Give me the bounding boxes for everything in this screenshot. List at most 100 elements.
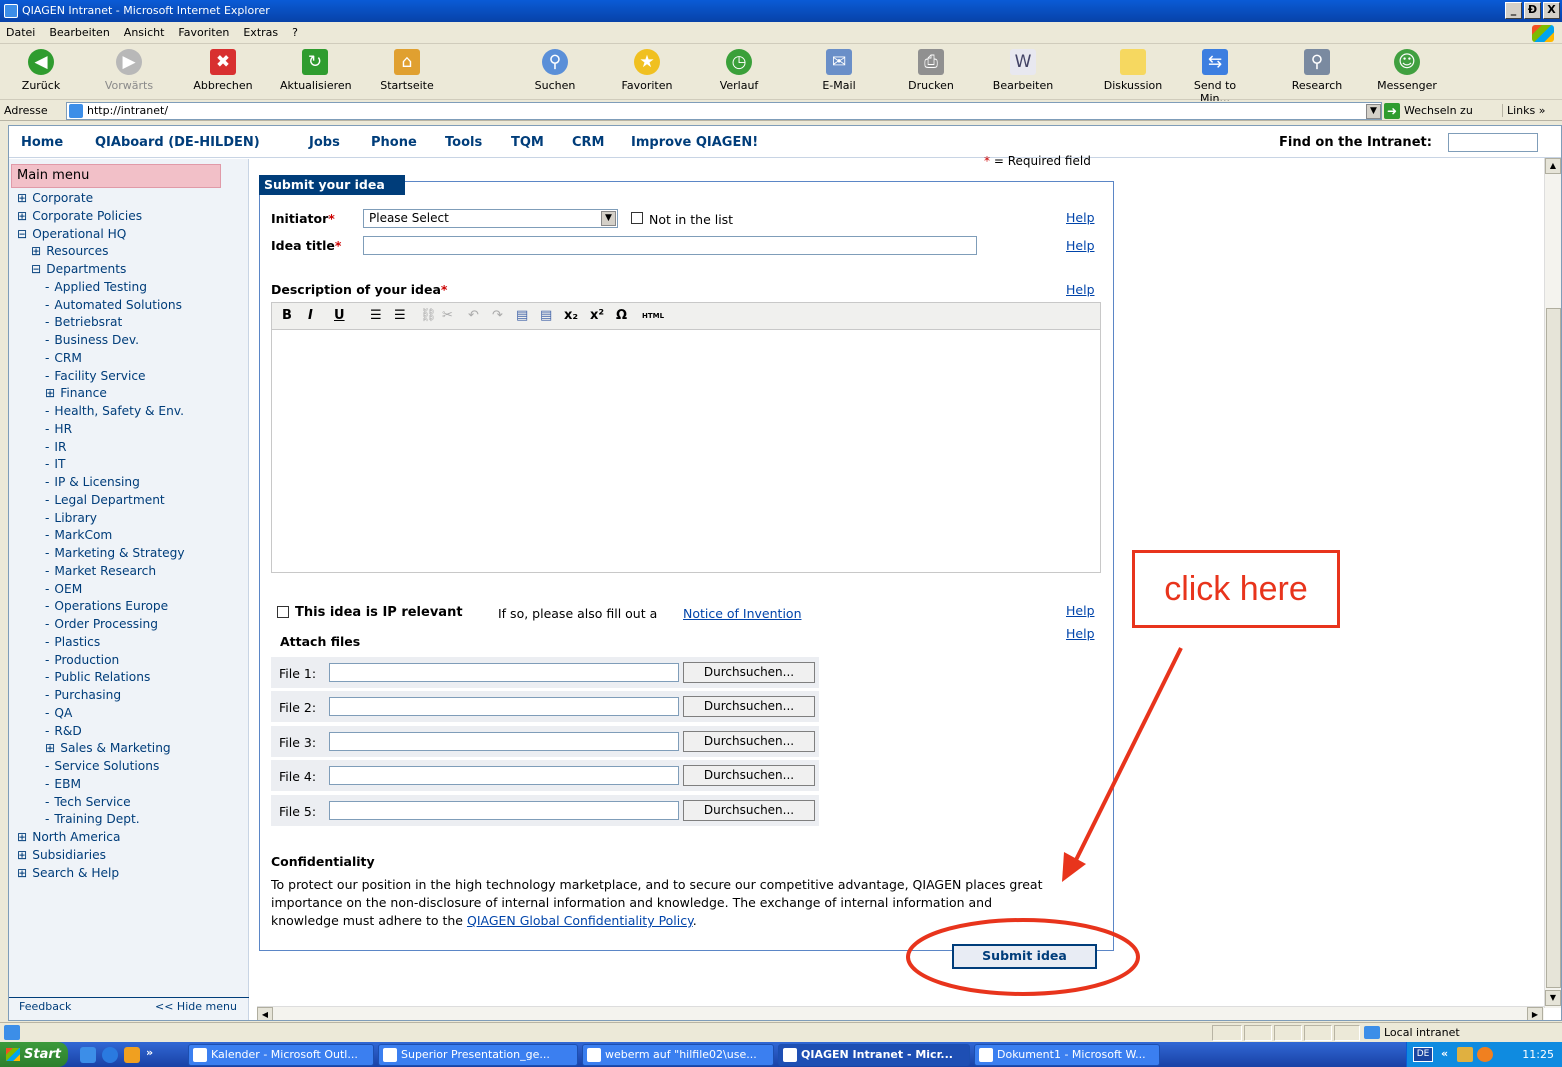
sidebar-item[interactable]: - Business Dev. (45, 333, 139, 347)
sidebar-item[interactable]: - CRM (45, 351, 82, 365)
sidebar-item[interactable]: - Health, Safety & Env. (45, 404, 184, 418)
numbered-list-icon[interactable]: ☰ (394, 308, 406, 323)
description-editor[interactable] (271, 329, 1101, 573)
history-button[interactable]: ◷ Verlauf (704, 49, 774, 92)
file-3-input[interactable] (329, 732, 679, 751)
edit-button[interactable]: W Bearbeiten (988, 49, 1058, 92)
feedback-link[interactable]: Feedback (19, 1000, 71, 1013)
sidebar-item[interactable]: - Facility Service (45, 369, 146, 383)
menu-favoriten[interactable]: Favoriten (178, 26, 229, 39)
sidebar-item[interactable]: - QA (45, 706, 72, 720)
menu-extras[interactable]: Extras (243, 26, 278, 39)
back-button[interactable]: ◀ Zurück (6, 49, 76, 92)
sidebar-item[interactable]: - Legal Department (45, 493, 165, 507)
home-button[interactable]: ⌂ Startseite (372, 49, 442, 92)
sidebar-item[interactable]: - IT (45, 457, 65, 471)
sidebar-item[interactable]: ⊞ Sales & Marketing (45, 741, 171, 755)
attach-help-link[interactable]: Help (1066, 626, 1095, 641)
quicklaunch-more-icon[interactable]: » (146, 1046, 153, 1059)
bold-button[interactable]: B (282, 308, 292, 323)
favorites-button[interactable]: ★ Favoriten (612, 49, 682, 92)
quicklaunch-outlook-icon[interactable] (124, 1047, 140, 1063)
nav-improve-qiagen[interactable]: Improve QIAGEN! (631, 135, 758, 150)
task-outlook[interactable]: Kalender - Microsoft Outl... (188, 1044, 374, 1066)
sidebar-item[interactable]: - R&D (45, 724, 82, 738)
file-5-input[interactable] (329, 801, 679, 820)
subscript-icon[interactable]: x₂ (564, 308, 578, 323)
sidebar-item[interactable]: - OEM (45, 582, 82, 596)
task-word[interactable]: Dokument1 - Microsoft W... (974, 1044, 1160, 1066)
nav-jobs[interactable]: Jobs (309, 135, 340, 150)
file-2-input[interactable] (329, 697, 679, 716)
close-button[interactable]: X (1543, 2, 1560, 19)
browse-button[interactable]: Durchsuchen... (683, 800, 815, 821)
discussion-button[interactable]: Diskussion (1098, 49, 1168, 92)
reminder-icon[interactable] (1477, 1047, 1493, 1062)
idea-title-help-link[interactable]: Help (1066, 238, 1095, 253)
sidebar-item[interactable]: ⊞ Corporate Policies (17, 209, 142, 223)
maximize-button[interactable]: Ɖ (1524, 2, 1541, 19)
nav-phone[interactable]: Phone (371, 135, 417, 150)
go-button[interactable]: Wechseln zu (1404, 104, 1473, 117)
browse-button[interactable]: Durchsuchen... (683, 696, 815, 717)
scroll-up-icon[interactable]: ▲ (1545, 158, 1561, 174)
minimize-button[interactable]: _ (1505, 2, 1522, 19)
sidebar-item[interactable]: - Tech Service (45, 795, 131, 809)
sidebar-item[interactable]: - Operations Europe (45, 599, 168, 613)
sidebar-item[interactable]: ⊞ Subsidiaries (17, 848, 106, 862)
sidebar-item[interactable]: - Marketing & Strategy (45, 546, 185, 560)
refresh-button[interactable]: ↻ Aktualisieren (280, 49, 352, 92)
quicklaunch-desktop-icon[interactable] (80, 1047, 96, 1063)
menu-help[interactable]: ? (292, 26, 298, 39)
messenger-button[interactable]: ☺ Messenger (1372, 49, 1442, 92)
sidebar-item[interactable]: - EBM (45, 777, 81, 791)
task-presentation[interactable]: Superior Presentation_ge... (378, 1044, 578, 1066)
underline-button[interactable]: U (334, 308, 345, 323)
nav-crm[interactable]: CRM (572, 135, 605, 150)
sidebar-item[interactable]: - Library (45, 511, 97, 525)
sidebar-item[interactable]: - Automated Solutions (45, 298, 182, 312)
initiator-select[interactable]: Please Select ▼ (363, 209, 618, 228)
horizontal-scrollbar[interactable]: ◀ ▶ (257, 1006, 1544, 1020)
nav-qiaboard[interactable]: QIAboard (DE-HILDEN) (95, 135, 260, 150)
browse-button[interactable]: Durchsuchen... (683, 765, 815, 786)
paste-text-icon[interactable]: ▤ (540, 308, 552, 323)
html-source-icon[interactable]: HTML (642, 312, 664, 320)
nav-home[interactable]: Home (21, 135, 63, 150)
stop-button[interactable]: ✖ Abbrechen (188, 49, 258, 92)
file-4-input[interactable] (329, 766, 679, 785)
menu-ansicht[interactable]: Ansicht (124, 26, 165, 39)
mail-button[interactable]: ✉ E-Mail (804, 49, 874, 92)
sidebar-item[interactable]: - MarkCom (45, 528, 112, 542)
forward-button[interactable]: ▶ Vorwärts (94, 49, 164, 92)
address-dropdown-arrow-icon[interactable]: ▼ (1366, 104, 1381, 119)
sidebar-item[interactable]: ⊞ Finance (45, 386, 107, 400)
send-to-mindmap-button[interactable]: ⇆ Send to Min... (1180, 49, 1250, 105)
links-button[interactable]: Links » (1502, 104, 1546, 117)
redo-icon[interactable]: ↷ (492, 308, 503, 323)
confidentiality-policy-link[interactable]: QIAGEN Global Confidentiality Policy (467, 913, 693, 928)
submit-idea-button[interactable]: Submit idea (952, 944, 1097, 969)
vertical-scrollbar[interactable]: ▲ ▼ (1544, 158, 1561, 1008)
undo-icon[interactable]: ↶ (468, 308, 479, 323)
sidebar-item[interactable]: - Applied Testing (45, 280, 147, 294)
sidebar-item[interactable]: ⊞ Search & Help (17, 866, 119, 880)
initiator-help-link[interactable]: Help (1066, 210, 1095, 225)
sidebar-item[interactable]: - Plastics (45, 635, 100, 649)
paste-word-icon[interactable]: ▤ (516, 308, 528, 323)
description-help-link[interactable]: Help (1066, 282, 1095, 297)
hide-menu-link[interactable]: << Hide menu (155, 1000, 237, 1013)
browse-button[interactable]: Durchsuchen... (683, 662, 815, 683)
sidebar-item[interactable]: ⊟ Departments (31, 262, 126, 276)
scroll-left-icon[interactable]: ◀ (257, 1007, 273, 1020)
not-in-list-checkbox[interactable] (631, 212, 643, 224)
intranet-search-input[interactable] (1448, 133, 1538, 152)
search-button[interactable]: ⚲ Suchen (520, 49, 590, 92)
scroll-right-icon[interactable]: ▶ (1527, 1007, 1543, 1020)
ip-help-link[interactable]: Help (1066, 603, 1095, 618)
unlink-icon[interactable]: ✂ (442, 308, 453, 323)
sidebar-item[interactable]: - IP & Licensing (45, 475, 140, 489)
address-input[interactable]: http://intranet/ (66, 102, 1382, 120)
sidebar-item[interactable]: - Order Processing (45, 617, 158, 631)
superscript-icon[interactable]: x² (590, 308, 604, 323)
